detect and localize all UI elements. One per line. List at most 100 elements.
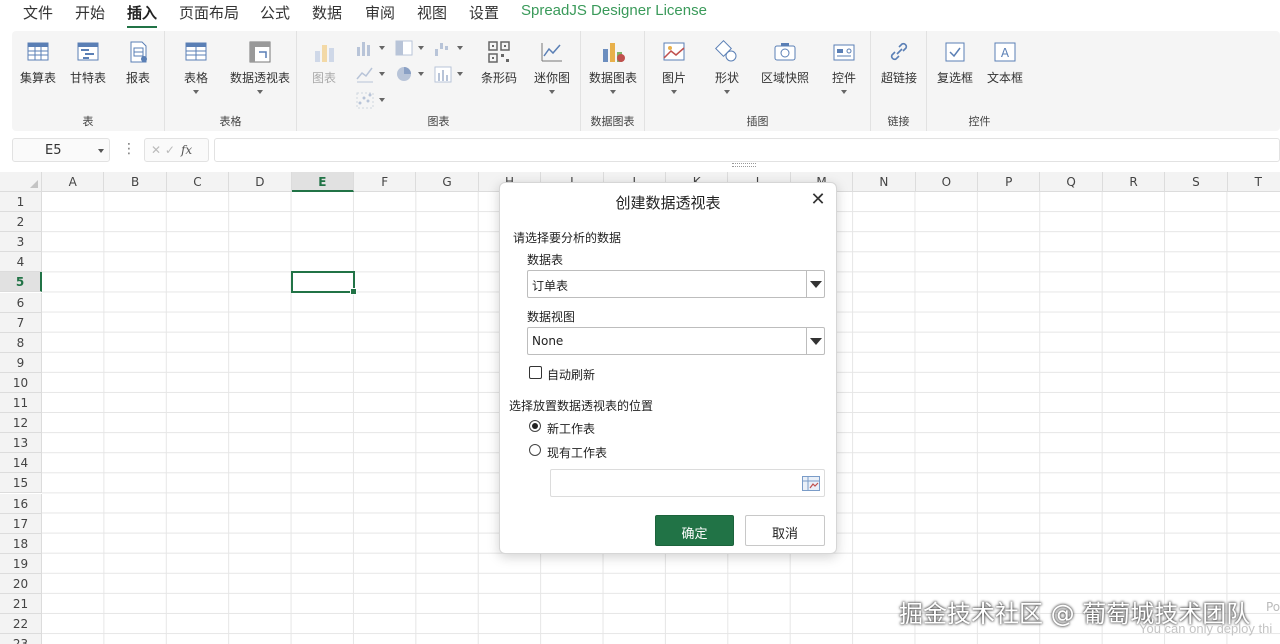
row-header[interactable]: 7: [0, 312, 42, 333]
chevron-down-icon[interactable]: [806, 271, 824, 297]
sparkline-button[interactable]: 迷你图: [531, 39, 573, 94]
row-header[interactable]: 13: [0, 433, 42, 454]
new-sheet-radio[interactable]: [529, 420, 541, 432]
section-source-label: 请选择要分析的数据: [513, 231, 622, 245]
row-header[interactable]: 18: [0, 533, 42, 554]
hierarchy-chart-dropdown[interactable]: [394, 39, 424, 59]
waterfall-chart-dropdown[interactable]: [433, 39, 463, 59]
line-chart-dropdown[interactable]: [355, 65, 385, 85]
column-header[interactable]: O: [915, 172, 978, 192]
tab-data[interactable]: 数据: [312, 2, 342, 23]
column-header[interactable]: S: [1165, 172, 1228, 192]
gantt-button[interactable]: 甘特表: [69, 39, 107, 86]
row-header[interactable]: 16: [0, 493, 42, 514]
scatter-chart-dropdown[interactable]: [355, 91, 385, 111]
row-header[interactable]: 17: [0, 513, 42, 534]
ribbon-group-controls: 复选框 A 文本框 控件: [927, 31, 1032, 131]
existing-sheet-label: 现有工作表: [547, 446, 608, 460]
tab-page-layout[interactable]: 页面布局: [179, 2, 239, 23]
row-header[interactable]: 4: [0, 252, 42, 273]
column-header[interactable]: R: [1102, 172, 1166, 192]
tab-home[interactable]: 开始: [75, 2, 105, 23]
cancel-icon[interactable]: ✕: [151, 143, 161, 157]
tab-review[interactable]: 审阅: [365, 2, 395, 23]
group-name-illustrations: 插图: [746, 115, 769, 128]
row-header[interactable]: 3: [0, 232, 42, 253]
row-header[interactable]: 22: [0, 614, 42, 635]
row-header[interactable]: 21: [0, 594, 42, 615]
checkbox-button[interactable]: 复选框: [935, 39, 975, 86]
row-header[interactable]: 8: [0, 332, 42, 353]
tab-license[interactable]: SpreadJS Designer License: [521, 2, 707, 19]
report-button[interactable]: 报表: [122, 39, 154, 86]
row-header[interactable]: 10: [0, 372, 42, 393]
row-header[interactable]: 6: [0, 292, 42, 313]
hyperlink-label: 超链接: [880, 71, 917, 85]
shapes-button[interactable]: 形状: [711, 39, 743, 94]
tab-view[interactable]: 视图: [417, 2, 447, 23]
textbox-button[interactable]: A 文本框: [985, 39, 1025, 86]
pie-chart-dropdown[interactable]: [394, 65, 424, 85]
view-select[interactable]: None: [527, 327, 825, 355]
column-header[interactable]: C: [166, 172, 230, 192]
camera-shape-label: 区域快照: [760, 71, 809, 85]
row-header[interactable]: 5: [0, 272, 42, 293]
ok-button[interactable]: 确定: [655, 515, 734, 546]
existing-sheet-radio[interactable]: [529, 444, 541, 456]
row-header[interactable]: 23: [0, 634, 42, 644]
column-chart-dropdown[interactable]: [355, 39, 385, 59]
tab-formulas[interactable]: 公式: [260, 2, 290, 23]
tab-insert[interactable]: 插入: [127, 2, 158, 28]
row-header[interactable]: 20: [0, 573, 42, 594]
row-header[interactable]: 19: [0, 553, 42, 574]
barcode-button[interactable]: 条形码: [479, 39, 519, 86]
column-header[interactable]: F: [354, 172, 417, 192]
fx-icon[interactable]: fx: [181, 143, 192, 157]
hyperlink-button[interactable]: 超链接: [879, 39, 919, 86]
data-chart-button[interactable]: 数据图表: [586, 39, 640, 94]
active-cell[interactable]: [291, 271, 357, 295]
column-header[interactable]: A: [42, 172, 105, 192]
row-header[interactable]: 1: [0, 192, 42, 213]
column-header[interactable]: E: [291, 172, 354, 192]
location-range-input[interactable]: [550, 469, 825, 497]
name-box[interactable]: E5: [12, 138, 110, 162]
column-header[interactable]: B: [104, 172, 167, 192]
tab-file[interactable]: 文件: [23, 2, 53, 23]
column-header[interactable]: D: [229, 172, 292, 192]
tab-settings[interactable]: 设置: [469, 2, 499, 23]
row-header[interactable]: 15: [0, 473, 42, 494]
resize-handle[interactable]: [732, 163, 756, 167]
create-pivot-table-dialog: 创建数据透视表 ✕ 请选择要分析的数据 数据表 订单表 数据视图 None 自动…: [499, 182, 837, 554]
range-select-icon[interactable]: [802, 476, 820, 491]
more-icon[interactable]: ⋮: [122, 141, 136, 157]
picture-button[interactable]: 图片: [659, 39, 689, 94]
column-header[interactable]: N: [853, 172, 916, 192]
camera-shape-button[interactable]: 区域快照: [760, 39, 810, 86]
chart-button[interactable]: 图表: [310, 39, 338, 86]
confirm-icon[interactable]: ✓: [165, 143, 175, 157]
data-chart-label: 数据图表: [588, 71, 637, 85]
auto-refresh-checkbox[interactable]: [529, 366, 542, 379]
row-header[interactable]: 2: [0, 212, 42, 233]
row-header[interactable]: 14: [0, 453, 42, 474]
stats-chart-dropdown[interactable]: [433, 65, 463, 85]
chevron-down-icon: [724, 90, 730, 94]
table-select[interactable]: 订单表: [527, 270, 825, 298]
column-header[interactable]: Q: [1040, 172, 1103, 192]
tablesheet-button[interactable]: 集算表: [19, 39, 57, 86]
row-header[interactable]: 9: [0, 352, 42, 373]
form-control-button[interactable]: 控件: [829, 39, 859, 94]
close-icon[interactable]: ✕: [810, 191, 826, 209]
cancel-button[interactable]: 取消: [745, 515, 825, 546]
formula-input[interactable]: [214, 138, 1280, 162]
chevron-down-icon[interactable]: [806, 328, 824, 354]
select-all-corner[interactable]: [0, 172, 42, 192]
row-header[interactable]: 11: [0, 393, 42, 414]
column-header[interactable]: G: [416, 172, 479, 192]
table-button[interactable]: 表格: [181, 39, 211, 94]
row-header[interactable]: 12: [0, 413, 42, 434]
column-header[interactable]: T: [1227, 172, 1280, 192]
column-header[interactable]: P: [978, 172, 1041, 192]
pivot-table-button[interactable]: 数据透视表: [228, 39, 292, 94]
